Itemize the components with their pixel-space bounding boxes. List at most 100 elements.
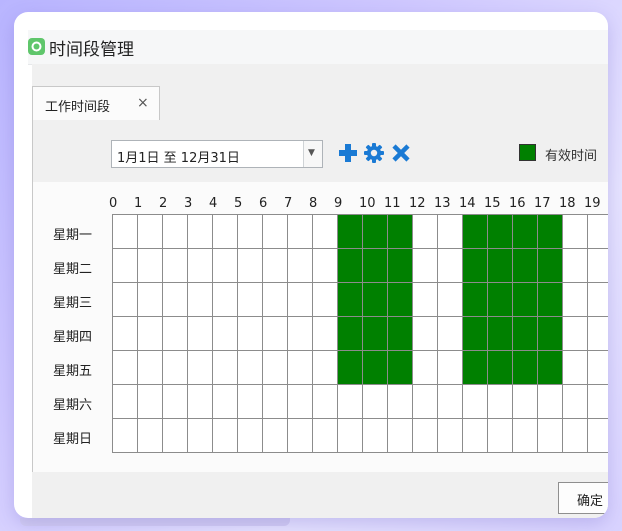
schedule-cell[interactable] bbox=[288, 317, 313, 351]
schedule-cell[interactable] bbox=[588, 385, 608, 419]
schedule-cell[interactable] bbox=[163, 351, 188, 385]
schedule-cell[interactable] bbox=[388, 419, 413, 453]
schedule-cell[interactable] bbox=[438, 351, 463, 385]
schedule-cell[interactable] bbox=[363, 317, 388, 351]
schedule-cell[interactable] bbox=[163, 215, 188, 249]
schedule-cell[interactable] bbox=[188, 419, 213, 453]
schedule-cell[interactable] bbox=[488, 385, 513, 419]
schedule-cell[interactable] bbox=[313, 419, 338, 453]
dropdown-button[interactable]: ▼ bbox=[303, 141, 322, 167]
schedule-cell[interactable] bbox=[538, 351, 563, 385]
schedule-cell[interactable] bbox=[438, 283, 463, 317]
schedule-cell[interactable] bbox=[288, 351, 313, 385]
schedule-cell[interactable] bbox=[588, 283, 608, 317]
schedule-cell[interactable] bbox=[363, 249, 388, 283]
schedule-cell[interactable] bbox=[138, 317, 163, 351]
add-button[interactable] bbox=[337, 142, 359, 164]
schedule-cell[interactable] bbox=[413, 419, 438, 453]
schedule-cell[interactable] bbox=[138, 283, 163, 317]
schedule-cell[interactable] bbox=[488, 419, 513, 453]
schedule-cell[interactable] bbox=[238, 419, 263, 453]
schedule-cell[interactable] bbox=[163, 249, 188, 283]
tab-close-icon[interactable]: × bbox=[137, 95, 149, 111]
schedule-cell[interactable] bbox=[138, 215, 163, 249]
schedule-cell[interactable] bbox=[463, 317, 488, 351]
schedule-cell[interactable] bbox=[463, 385, 488, 419]
schedule-cell[interactable] bbox=[263, 385, 288, 419]
schedule-cell[interactable] bbox=[488, 283, 513, 317]
schedule-cell[interactable] bbox=[438, 215, 463, 249]
delete-button[interactable] bbox=[390, 142, 412, 164]
schedule-cell[interactable] bbox=[488, 351, 513, 385]
schedule-cell[interactable] bbox=[113, 249, 138, 283]
schedule-cell[interactable] bbox=[513, 385, 538, 419]
schedule-cell[interactable] bbox=[513, 283, 538, 317]
schedule-cell[interactable] bbox=[388, 317, 413, 351]
schedule-cell[interactable] bbox=[138, 351, 163, 385]
schedule-cell[interactable] bbox=[188, 385, 213, 419]
schedule-cell[interactable] bbox=[238, 283, 263, 317]
schedule-cell[interactable] bbox=[163, 283, 188, 317]
schedule-cell[interactable] bbox=[338, 317, 363, 351]
schedule-cell[interactable] bbox=[513, 249, 538, 283]
schedule-cell[interactable] bbox=[413, 317, 438, 351]
schedule-cell[interactable] bbox=[438, 317, 463, 351]
schedule-cell[interactable] bbox=[213, 351, 238, 385]
schedule-cell[interactable] bbox=[338, 385, 363, 419]
schedule-cell[interactable] bbox=[538, 317, 563, 351]
schedule-cell[interactable] bbox=[213, 385, 238, 419]
schedule-cell[interactable] bbox=[388, 249, 413, 283]
schedule-cell[interactable] bbox=[113, 317, 138, 351]
schedule-cell[interactable] bbox=[538, 419, 563, 453]
schedule-cell[interactable] bbox=[213, 249, 238, 283]
date-range-select[interactable]: 1月1日 至 12月31日 ▼ bbox=[111, 140, 323, 168]
schedule-cell[interactable] bbox=[588, 317, 608, 351]
schedule-cell[interactable] bbox=[138, 385, 163, 419]
schedule-cell[interactable] bbox=[188, 215, 213, 249]
schedule-cell[interactable] bbox=[463, 249, 488, 283]
schedule-cell[interactable] bbox=[363, 215, 388, 249]
schedule-cell[interactable] bbox=[288, 385, 313, 419]
schedule-cell[interactable] bbox=[538, 385, 563, 419]
schedule-cell[interactable] bbox=[388, 385, 413, 419]
schedule-cell[interactable] bbox=[463, 215, 488, 249]
schedule-cell[interactable] bbox=[338, 215, 363, 249]
schedule-cell[interactable] bbox=[188, 249, 213, 283]
schedule-cell[interactable] bbox=[538, 215, 563, 249]
schedule-cell[interactable] bbox=[563, 351, 588, 385]
schedule-cell[interactable] bbox=[588, 419, 608, 453]
schedule-cell[interactable] bbox=[463, 419, 488, 453]
schedule-cell[interactable] bbox=[113, 215, 138, 249]
schedule-cell[interactable] bbox=[313, 385, 338, 419]
schedule-cell[interactable] bbox=[363, 419, 388, 453]
schedule-cell[interactable] bbox=[488, 249, 513, 283]
schedule-cell[interactable] bbox=[188, 283, 213, 317]
schedule-cell[interactable] bbox=[513, 215, 538, 249]
schedule-cell[interactable] bbox=[288, 215, 313, 249]
schedule-cell[interactable] bbox=[588, 351, 608, 385]
schedule-cell[interactable] bbox=[313, 215, 338, 249]
schedule-cell[interactable] bbox=[338, 351, 363, 385]
schedule-cell[interactable] bbox=[113, 283, 138, 317]
tab-work-hours[interactable]: 工作时间段 × bbox=[32, 86, 160, 120]
schedule-cell[interactable] bbox=[563, 385, 588, 419]
schedule-cell[interactable] bbox=[263, 419, 288, 453]
schedule-cell[interactable] bbox=[388, 283, 413, 317]
schedule-cell[interactable] bbox=[263, 249, 288, 283]
schedule-cell[interactable] bbox=[588, 249, 608, 283]
schedule-cell[interactable] bbox=[313, 317, 338, 351]
schedule-cell[interactable] bbox=[138, 249, 163, 283]
schedule-cell[interactable] bbox=[488, 215, 513, 249]
schedule-cell[interactable] bbox=[188, 351, 213, 385]
schedule-cell[interactable] bbox=[338, 419, 363, 453]
schedule-cell[interactable] bbox=[163, 419, 188, 453]
schedule-cell[interactable] bbox=[113, 385, 138, 419]
schedule-cell[interactable] bbox=[463, 283, 488, 317]
schedule-cell[interactable] bbox=[413, 215, 438, 249]
schedule-cell[interactable] bbox=[338, 249, 363, 283]
settings-button[interactable] bbox=[363, 142, 385, 164]
schedule-cell[interactable] bbox=[563, 283, 588, 317]
schedule-cell[interactable] bbox=[363, 283, 388, 317]
schedule-cell[interactable] bbox=[563, 215, 588, 249]
schedule-cell[interactable] bbox=[413, 249, 438, 283]
